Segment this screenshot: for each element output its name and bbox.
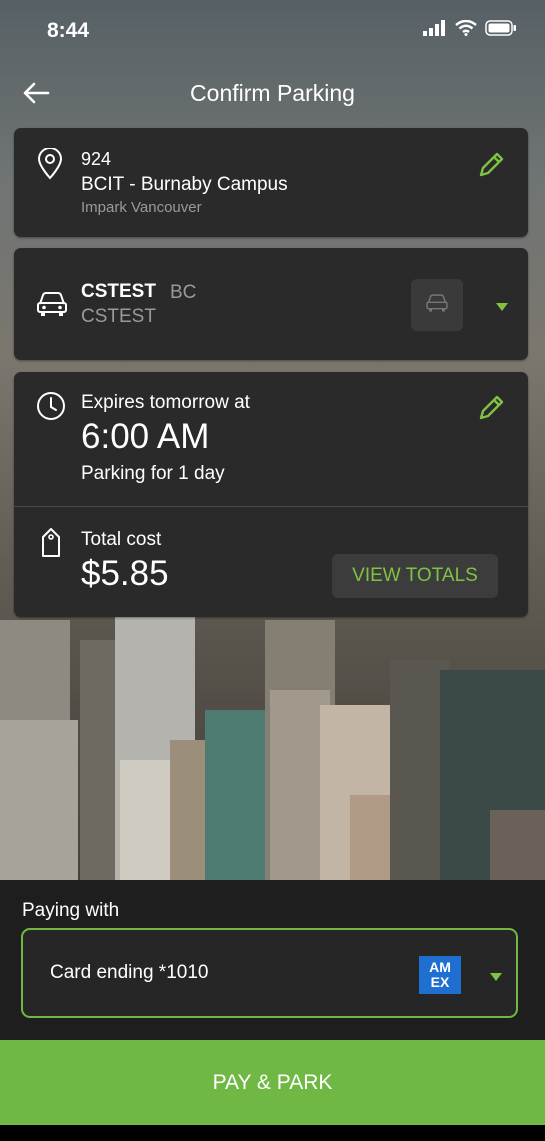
page-title: Confirm Parking bbox=[190, 80, 355, 106]
expiry-label: Expires tomorrow at bbox=[81, 392, 250, 413]
wifi-icon bbox=[455, 19, 477, 41]
view-totals-button[interactable]: VIEW TOTALS bbox=[332, 554, 498, 598]
payment-method-selector[interactable]: Card ending *1010 AM EX bbox=[21, 928, 518, 1018]
clock-icon bbox=[35, 390, 67, 427]
payment-dropdown-chevron-icon[interactable] bbox=[489, 969, 503, 987]
expiry-cost-card: Expires tomorrow at 6:00 AM Parking for … bbox=[14, 372, 528, 617]
lot-number: 924 bbox=[81, 149, 112, 169]
location-pin-icon bbox=[37, 147, 63, 185]
card-ending: Card ending *1010 bbox=[50, 962, 209, 983]
paying-with-label: Paying with bbox=[22, 900, 120, 921]
nav-bar: Confirm Parking bbox=[0, 70, 545, 116]
battery-icon bbox=[485, 20, 517, 41]
vehicle-nickname: CSTEST bbox=[81, 306, 156, 327]
amex-logo-icon: AM EX bbox=[419, 956, 461, 994]
status-time: 8:44 bbox=[47, 19, 90, 42]
car-thumbnail-icon bbox=[425, 293, 449, 318]
edit-location-pencil-icon[interactable] bbox=[476, 150, 506, 185]
signal-icon bbox=[423, 20, 447, 41]
location-card[interactable]: 924 BCIT - Burnaby Campus Impark Vancouv… bbox=[14, 128, 528, 237]
pay-and-park-button[interactable]: PAY & PARK bbox=[0, 1040, 545, 1125]
total-cost-amount: $5.85 bbox=[81, 554, 169, 593]
expiry-time: 6:00 AM bbox=[81, 417, 210, 456]
edit-time-pencil-icon[interactable] bbox=[476, 393, 506, 428]
parking-duration: Parking for 1 day bbox=[81, 463, 225, 484]
home-indicator-area bbox=[0, 1125, 545, 1141]
status-bar: 8:44 bbox=[0, 0, 545, 60]
price-tag-icon bbox=[39, 527, 63, 564]
location-name: BCIT - Burnaby Campus bbox=[81, 174, 288, 195]
card-divider bbox=[14, 506, 528, 507]
location-operator: Impark Vancouver bbox=[81, 199, 202, 216]
total-cost-label: Total cost bbox=[81, 529, 162, 550]
vehicle-plate: CSTEST bbox=[81, 281, 156, 302]
vehicle-card[interactable]: CSTEST BC CSTEST bbox=[14, 248, 528, 360]
vehicle-thumbnail[interactable] bbox=[411, 279, 463, 331]
vehicle-province: BC bbox=[170, 282, 197, 303]
car-icon bbox=[36, 290, 68, 323]
vehicle-dropdown-chevron-icon[interactable] bbox=[495, 299, 509, 317]
